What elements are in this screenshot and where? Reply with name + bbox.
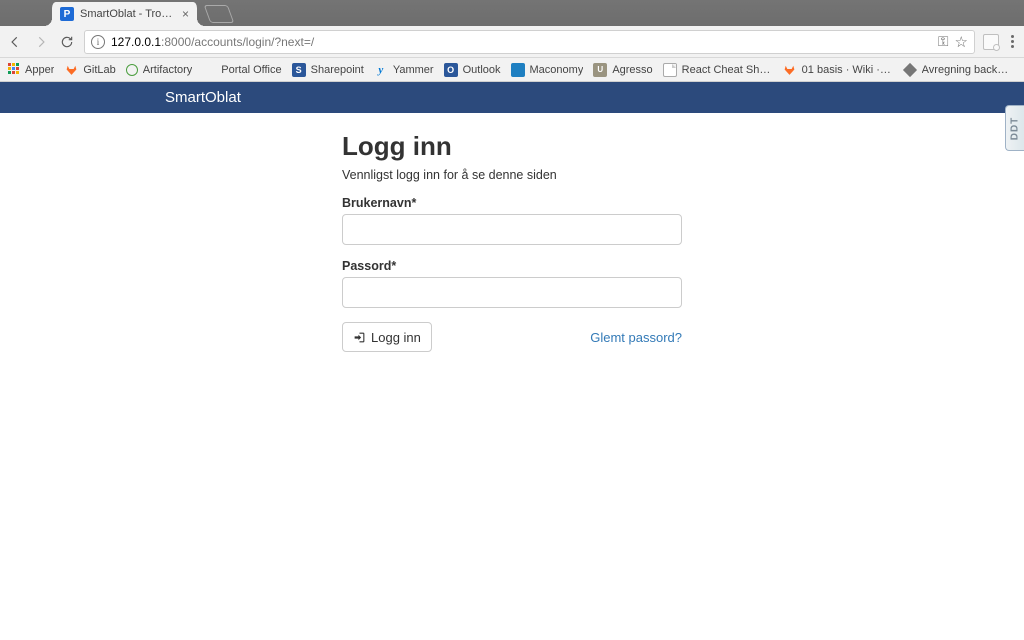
tab-title: SmartOblat - Trondheim parke xyxy=(80,8,176,20)
browser-chrome-top: Sarah P SmartOblat - Trondheim parke × xyxy=(0,0,1024,26)
sign-in-icon xyxy=(353,331,366,344)
bookmark-label: Apper xyxy=(25,64,54,76)
bookmark-label: Avregning backend… xyxy=(922,64,1013,76)
saved-password-key-icon[interactable]: ⚿ xyxy=(938,33,949,50)
debug-side-tab[interactable]: DDT xyxy=(1005,105,1024,151)
yammer-icon: y xyxy=(374,63,388,77)
gitlab-icon xyxy=(64,63,78,77)
ms-office-icon: O xyxy=(444,63,458,77)
bookmark-label: Agresso xyxy=(612,64,652,76)
browser-toolbar: i 127.0.0.1:8000/accounts/login/?next=/ … xyxy=(0,26,1024,58)
bookmark-label: Artifactory xyxy=(143,64,193,76)
login-submit-label: Logg inn xyxy=(371,330,421,345)
gitlab-icon xyxy=(783,63,797,77)
document-icon xyxy=(663,63,677,77)
bookmark-star-icon[interactable]: ☆ xyxy=(955,33,968,51)
login-heading: Logg inn xyxy=(342,131,682,162)
bookmark-label: 01 basis · Wiki · Ac… xyxy=(802,64,893,76)
username-label: Brukernavn* xyxy=(342,196,682,210)
debug-side-tab-label: DDT xyxy=(1010,116,1021,140)
bookmark-sharepoint[interactable]: S Sharepoint xyxy=(292,63,364,77)
bookmark-label: Outlook xyxy=(463,64,501,76)
url-path: :8000/accounts/login/?next=/ xyxy=(161,35,314,49)
bookmark-artifactory[interactable]: Artifactory xyxy=(126,64,193,76)
login-submit-button[interactable]: Logg inn xyxy=(342,322,432,352)
tab-favicon-parking-icon: P xyxy=(60,7,74,21)
app-header: SmartOblat xyxy=(0,82,1024,113)
url-text: 127.0.0.1:8000/accounts/login/?next=/ xyxy=(111,35,932,49)
app-brand[interactable]: SmartOblat xyxy=(165,89,241,106)
bookmark-label: GitLab xyxy=(83,64,115,76)
forward-button[interactable] xyxy=(32,33,50,51)
bookmark-label: Sharepoint xyxy=(311,64,364,76)
url-host: 127.0.0.1 xyxy=(111,35,161,49)
microsoft-portal-icon xyxy=(202,63,216,77)
bookmark-label: Maconomy xyxy=(530,64,584,76)
username-input[interactable] xyxy=(342,214,682,245)
bookmarks-bar: Apper GitLab Artifactory Portal Office S Shar… xyxy=(0,58,1024,82)
browser-tab[interactable]: P SmartOblat - Trondheim parke × xyxy=(52,2,197,26)
login-subtitle: Vennligst logg inn for å se denne siden xyxy=(342,168,682,182)
bookmark-avregning[interactable]: Avregning backend… xyxy=(903,63,1013,77)
bookmark-label: Portal Office xyxy=(221,64,281,76)
password-label: Passord* xyxy=(342,259,682,273)
bookmark-label: React Cheat Sheet xyxy=(682,64,773,76)
reload-button[interactable] xyxy=(58,33,76,51)
back-button[interactable] xyxy=(6,33,24,51)
tab-close-icon[interactable]: × xyxy=(182,7,189,21)
apps-grid-icon xyxy=(6,63,20,77)
bookmark-yammer[interactable]: y Yammer xyxy=(374,63,434,77)
bookmark-gitlab[interactable]: GitLab xyxy=(64,63,115,77)
bookmark-basis[interactable]: 01 basis · Wiki · Ac… xyxy=(783,63,893,77)
bookmark-label: Yammer xyxy=(393,64,434,76)
ms-office-icon: S xyxy=(292,63,306,77)
forgot-password-link[interactable]: Glemt passord? xyxy=(590,330,682,345)
agresso-icon: U xyxy=(593,63,607,77)
extension-icon[interactable] xyxy=(983,34,999,50)
address-bar[interactable]: i 127.0.0.1:8000/accounts/login/?next=/ … xyxy=(84,30,975,54)
bookmark-apper[interactable]: Apper xyxy=(6,63,54,77)
bookmark-outlook[interactable]: O Outlook xyxy=(444,63,501,77)
bookmark-portal[interactable]: Portal Office xyxy=(202,63,281,77)
bookmark-agresso[interactable]: U Agresso xyxy=(593,63,652,77)
bookmark-react[interactable]: React Cheat Sheet xyxy=(663,63,773,77)
site-info-icon[interactable]: i xyxy=(91,35,105,49)
artifactory-icon xyxy=(126,64,138,76)
password-input[interactable] xyxy=(342,277,682,308)
maconomy-icon xyxy=(511,63,525,77)
page-content: Logg inn Vennligst logg inn for å se den… xyxy=(0,113,1024,352)
browser-menu-icon[interactable] xyxy=(1007,35,1018,48)
new-tab-button[interactable] xyxy=(204,5,235,23)
bookmark-maconomy[interactable]: Maconomy xyxy=(511,63,584,77)
login-form: Logg inn Vennligst logg inn for å se den… xyxy=(342,131,682,352)
diamond-icon xyxy=(903,63,917,77)
